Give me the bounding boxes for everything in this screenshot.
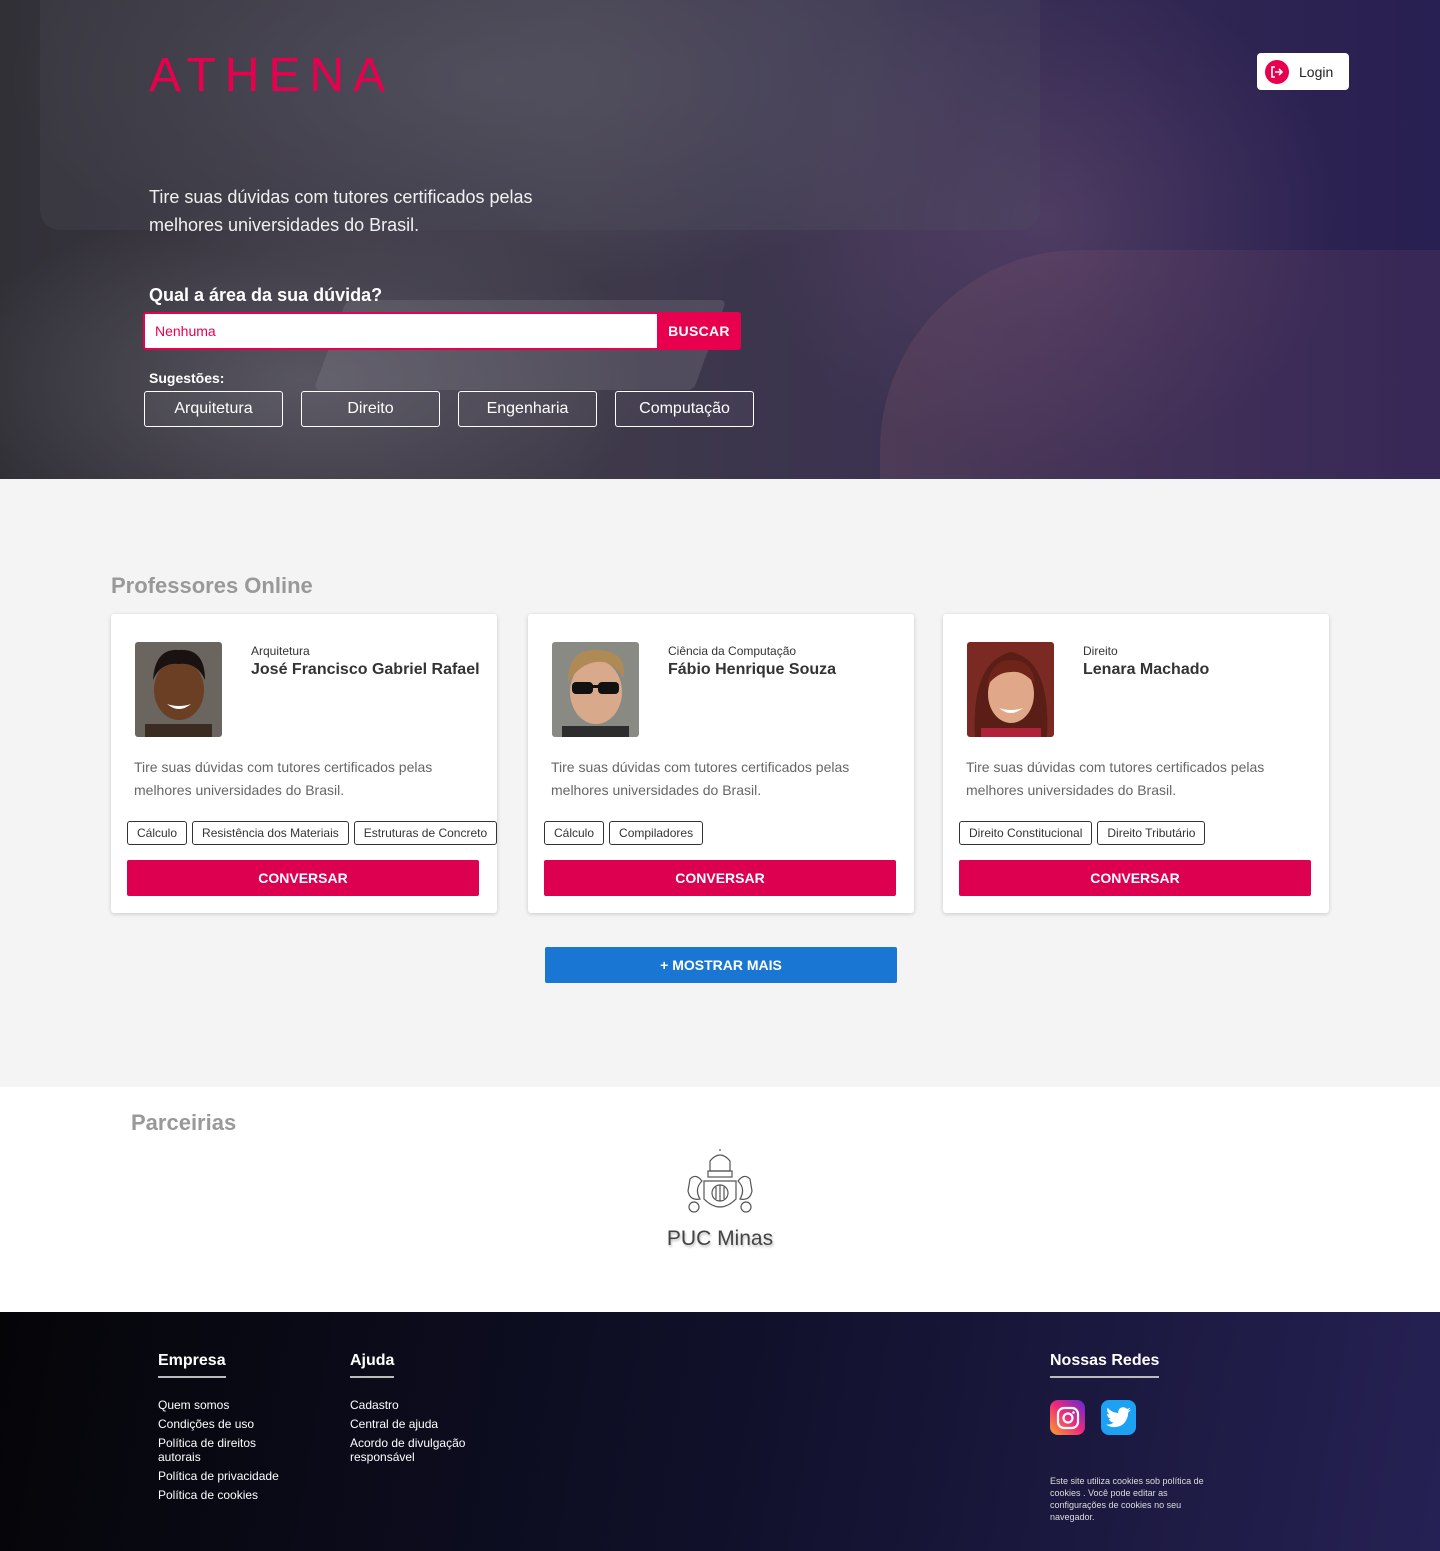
footer-link[interactable]: Acordo de divulgação responsável (350, 1436, 480, 1464)
login-icon (1265, 59, 1289, 84)
cookie-notice: Este site utiliza cookies sob política d… (1050, 1476, 1204, 1522)
subject-tag[interactable]: Estruturas de Concreto (353, 821, 498, 845)
show-more-button[interactable]: + MOSTRAR MAIS (545, 947, 897, 983)
partners-section: Parceirias PUC Minas (0, 1087, 1440, 1312)
professors-section: Professores Online Arquitetura José Fran… (0, 479, 1440, 1087)
suggestion-chip-arquitetura[interactable]: Arquitetura (144, 391, 283, 427)
instagram-icon[interactable] (1050, 1400, 1085, 1435)
subject-tag[interactable]: Resistência dos Materiais (192, 821, 349, 845)
puc-minas-logo[interactable]: PUC Minas (660, 1147, 780, 1259)
footer-heading-redes: Nossas Redes (1050, 1352, 1160, 1378)
puc-crest-icon (687, 1147, 753, 1213)
professor-card: Ciência da Computação Fábio Henrique Sou… (528, 614, 914, 913)
suggestion-chip-direito[interactable]: Direito (301, 391, 440, 427)
professor-description: Tire suas dúvidas com tutores certificad… (134, 759, 433, 798)
professor-name: José Francisco Gabriel Rafael (251, 661, 480, 678)
footer-link[interactable]: Política de privacidade (158, 1469, 279, 1483)
twitter-icon[interactable] (1101, 1400, 1136, 1435)
professor-tags: Cálculo Resistência dos Materiais Estrut… (127, 821, 498, 845)
subject-tag[interactable]: Direito Constitucional (959, 821, 1093, 845)
footer-column-redes: Nossas Redes Este site utiliza cookies s… (1050, 1352, 1220, 1523)
professor-card: Direito Lenara Machado Tire suas dúvidas… (943, 614, 1329, 913)
search-bar: BUSCAR (143, 312, 741, 350)
footer-column-empresa: Empresa Quem somos Condições de uso Polí… (158, 1352, 279, 1507)
professor-area: Ciência da Computação (668, 644, 797, 658)
footer: Empresa Quem somos Condições de uso Polí… (0, 1312, 1440, 1551)
professor-description: Tire suas dúvidas com tutores certificad… (551, 759, 850, 798)
suggestions-list: Arquitetura Direito Engenharia Computaçã… (144, 391, 754, 427)
subject-tag[interactable]: Cálculo (127, 821, 188, 845)
footer-heading-empresa: Empresa (158, 1352, 226, 1378)
search-button[interactable]: BUSCAR (657, 312, 741, 350)
conversar-button[interactable]: CONVERSAR (127, 860, 479, 896)
login-button[interactable]: Login (1257, 53, 1349, 90)
professor-area: Direito (1083, 644, 1118, 658)
professor-name: Fábio Henrique Souza (668, 661, 837, 678)
social-links (1050, 1400, 1220, 1435)
professor-name: Lenara Machado (1083, 661, 1210, 678)
subject-tag[interactable]: Compiladores (609, 821, 704, 845)
hero-tagline: Tire suas dúvidas com tutores certificad… (149, 187, 533, 235)
puc-minas-text: PUC Minas (666, 1227, 774, 1250)
professor-area: Arquitetura (251, 644, 310, 658)
conversar-button[interactable]: CONVERSAR (544, 860, 896, 896)
footer-link[interactable]: Central de ajuda (350, 1417, 480, 1431)
professors-title: Professores Online (111, 573, 313, 598)
professor-avatar (135, 642, 222, 737)
conversar-button[interactable]: CONVERSAR (959, 860, 1311, 896)
search-question: Qual a área da sua dúvida? (149, 285, 383, 305)
footer-link[interactable]: Condições de uso (158, 1417, 279, 1431)
footer-heading-ajuda: Ajuda (350, 1352, 395, 1378)
professor-avatar (967, 642, 1054, 737)
professor-description: Tire suas dúvidas com tutores certificad… (966, 759, 1265, 798)
professor-card: Arquitetura José Francisco Gabriel Rafae… (111, 614, 498, 913)
partners-title: Parceirias (131, 1110, 237, 1135)
suggestion-chip-engenharia[interactable]: Engenharia (458, 391, 597, 427)
footer-column-ajuda: Ajuda Cadastro Central de ajuda Acordo d… (350, 1352, 480, 1469)
hero-banner: ATHENA Login Tire suas dúvidas com tutor… (0, 0, 1440, 479)
suggestion-chip-computacao[interactable]: Computação (615, 391, 754, 427)
professor-tags: Direito Constitucional Direito Tributári… (959, 821, 1206, 845)
footer-link[interactable]: Cadastro (350, 1398, 480, 1412)
footer-link[interactable]: Política de direitos autorais (158, 1436, 278, 1464)
professor-tags: Cálculo Compiladores (544, 821, 704, 845)
footer-link[interactable]: Política de cookies (158, 1488, 279, 1502)
subject-tag[interactable]: Direito Tributário (1097, 821, 1206, 845)
athena-logo[interactable]: ATHENA (149, 48, 394, 103)
footer-link[interactable]: Quem somos (158, 1398, 279, 1412)
suggestions-label: Sugestões: (149, 370, 225, 386)
subject-tag[interactable]: Cálculo (544, 821, 605, 845)
login-label: Login (1299, 63, 1334, 80)
search-input[interactable] (143, 312, 657, 350)
professor-avatar (552, 642, 639, 737)
